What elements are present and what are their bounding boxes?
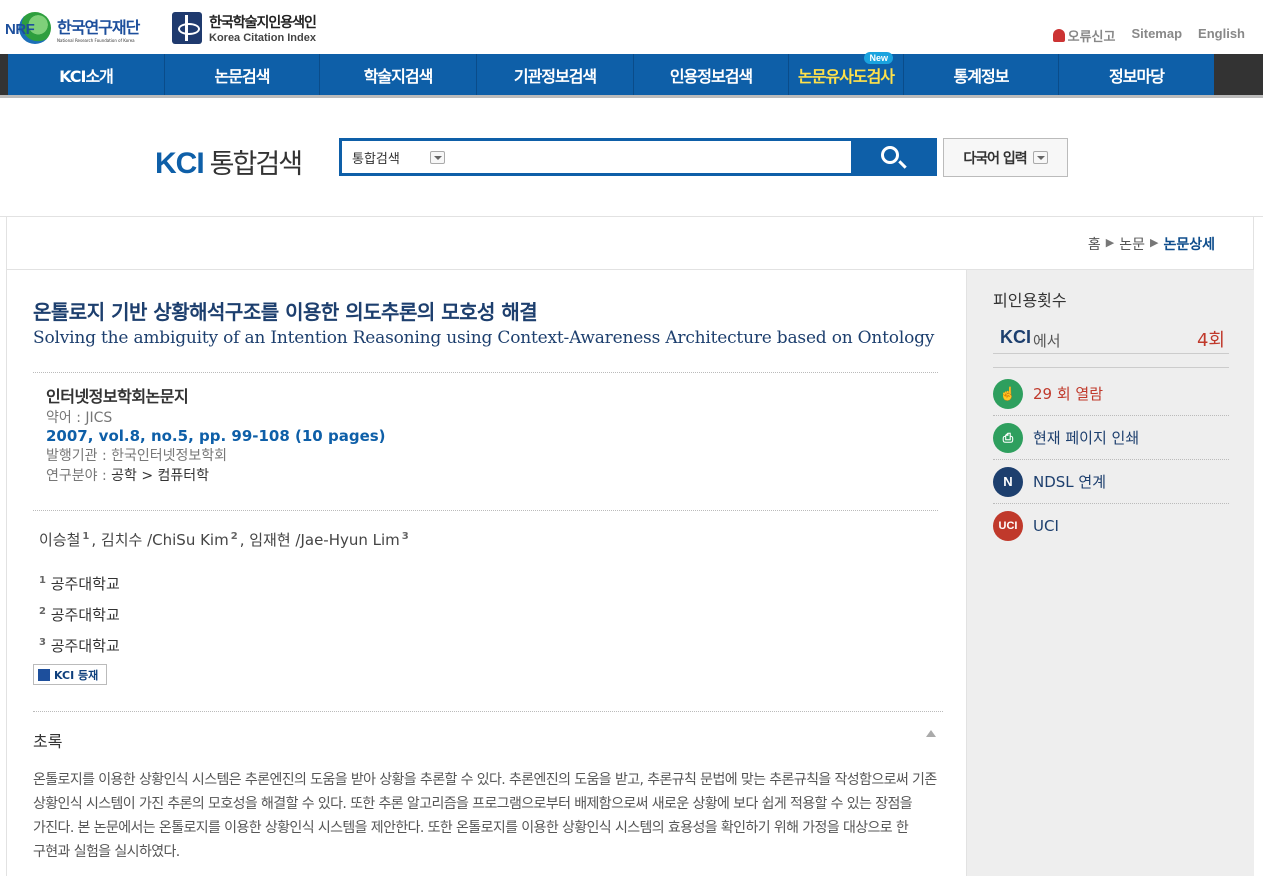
research-field: 연구분야 : 공학 > 컴퓨터학 — [46, 468, 210, 484]
journal-abbr: 약어 : JICS — [46, 410, 113, 426]
citation-count-heading: 피인용횟수 — [993, 291, 1067, 310]
journal-publisher: 발행기관 : 한국인터넷정보학회 — [46, 448, 228, 464]
nav-info-board[interactable]: 정보마당 — [1059, 54, 1214, 95]
nav-article-search[interactable]: 논문검색 — [165, 54, 320, 95]
sitemap-link[interactable]: Sitemap — [1131, 26, 1182, 45]
divider — [33, 372, 938, 373]
journal-volume[interactable]: 2007, vol.8, no.5, pp. 99-108 (10 pages) — [46, 427, 386, 445]
search-area: KCI 통합검색 통합검색 다국어 입력 — [0, 98, 1263, 217]
top-header: NRF 한국연구재단 National Research Foundation … — [0, 0, 1263, 54]
affiliation-item: 1 공주대학교 — [39, 575, 120, 593]
kci-name-ko: 한국학술지인용색인 — [209, 15, 317, 31]
chevron-right-icon: ▶ — [1150, 236, 1159, 249]
divider — [33, 510, 938, 511]
printer-icon: ⎙ — [993, 422, 1023, 453]
breadcrumb-home[interactable]: 홈 — [1088, 234, 1101, 254]
ndsl-link[interactable]: N NDSL 연계 — [993, 460, 1229, 504]
author-name[interactable]: 임재현 /Jae-Hyun Lim — [249, 531, 400, 549]
kci-name-en: Korea Citation Index — [209, 32, 316, 44]
kci-emblem-icon — [172, 12, 202, 44]
article-title-en: Solving the ambiguity of an Intention Re… — [33, 328, 935, 348]
breadcrumb: 홈 ▶ 논문 ▶ 논문상세 — [1088, 234, 1215, 254]
main-nav: KCI소개 논문검색 학술지검색 기관정보검색 인용정보검색 논문유사도검사 N… — [0, 52, 1263, 98]
citation-source: KCI — [1000, 327, 1031, 347]
nrf-logo-mark: NRF — [5, 12, 51, 44]
breadcrumb-bar: 홈 ▶ 논문 ▶ 논문상세 — [6, 217, 1254, 270]
nav-citation-search[interactable]: 인용정보검색 — [634, 54, 789, 95]
report-error-link[interactable]: 오류신고 — [1052, 26, 1115, 45]
search-scope-select[interactable]: 통합검색 — [352, 148, 445, 167]
article-detail: 온톨로지 기반 상황해석구조를 이용한 의도추론의 모호성 해결 Solving… — [6, 270, 966, 876]
collapse-arrow-icon[interactable] — [926, 730, 936, 737]
nrf-logo[interactable]: NRF 한국연구재단 National Research Foundation … — [5, 12, 140, 44]
journal-name[interactable]: 인터넷정보학회논문지 — [46, 383, 386, 407]
kci-badge-icon — [38, 668, 50, 681]
chevron-down-icon — [429, 151, 445, 164]
abstract-heading: 초록 — [33, 732, 63, 751]
author-name[interactable]: 이승철 — [39, 531, 80, 549]
affiliation-item: 2 공주대학교 — [39, 606, 120, 624]
nrf-name-en: National Research Foundation of Korea — [57, 37, 135, 43]
divider — [33, 711, 943, 712]
search-icon — [881, 146, 899, 164]
hand-pointer-icon: ☝ — [993, 378, 1023, 409]
siren-icon — [1052, 29, 1065, 42]
journal-info: 인터넷정보학회논문지 약어 : JICS 2007, vol.8, no.5, … — [46, 383, 386, 485]
nav-statistics[interactable]: 통계정보 — [904, 54, 1059, 95]
breadcrumb-article[interactable]: 논문 — [1119, 234, 1145, 254]
search-input[interactable]: 통합검색 — [339, 138, 851, 176]
abstract-text: 온톨로지를 이용한 상황인식 시스템은 추론엔진의 도움을 받아 상황을 추론할… — [33, 772, 937, 860]
author-name[interactable]: 김치수 /ChiSu Kim — [101, 531, 229, 549]
citation-count-row[interactable]: KCI 에서 4회 — [993, 323, 1229, 354]
chevron-down-icon — [1032, 151, 1048, 164]
multilingual-input-button[interactable]: 다국어 입력 — [943, 138, 1068, 177]
view-count: ☝ 29 회 열람 — [993, 372, 1229, 416]
kci-registered-badge: KCI 등재 — [33, 664, 107, 685]
chevron-right-icon: ▶ — [1105, 236, 1115, 249]
new-badge: New — [864, 52, 893, 64]
affiliation-list: 1 공주대학교 2 공주대학교 3 공주대학교 — [39, 567, 120, 660]
search-button[interactable] — [851, 138, 937, 176]
english-link[interactable]: English — [1198, 26, 1245, 45]
nav-institution-search[interactable]: 기관정보검색 — [477, 54, 634, 95]
affiliation-item: 3 공주대학교 — [39, 637, 120, 655]
print-page-button[interactable]: ⎙ 현재 페이지 인쇄 — [993, 416, 1229, 460]
uci-logo-icon: UCI — [993, 511, 1023, 541]
breadcrumb-current: 논문상세 — [1163, 237, 1215, 253]
article-title-ko: 온톨로지 기반 상황해석구조를 이용한 의도추론의 모호성 해결 — [33, 300, 538, 324]
sidebar: 피인용횟수 KCI 에서 4회 ☝ 29 회 열람 ⎙ 현재 페이지 인쇄 N … — [966, 270, 1254, 876]
ndsl-logo-icon: N — [993, 466, 1023, 497]
nav-similarity-check[interactable]: 논문유사도검사 New — [789, 52, 904, 95]
integrated-search-logo: KCI 통합검색 — [155, 147, 303, 180]
nav-journal-search[interactable]: 학술지검색 — [320, 54, 477, 95]
author-list: 이승철 1, 김치수 /ChiSu Kim 2, 임재현 /Jae-Hyun Lim… — [39, 531, 409, 549]
uci-link[interactable]: UCI UCI — [993, 504, 1229, 548]
utility-links: 오류신고 Sitemap English — [1052, 26, 1245, 45]
kci-logo[interactable]: 한국학술지인용색인 Korea Citation Index — [172, 12, 317, 44]
nrf-name-ko: 한국연구재단 — [57, 17, 140, 37]
nav-kci-intro[interactable]: KCI소개 — [8, 54, 165, 95]
citation-count: 4회 — [1196, 330, 1225, 351]
